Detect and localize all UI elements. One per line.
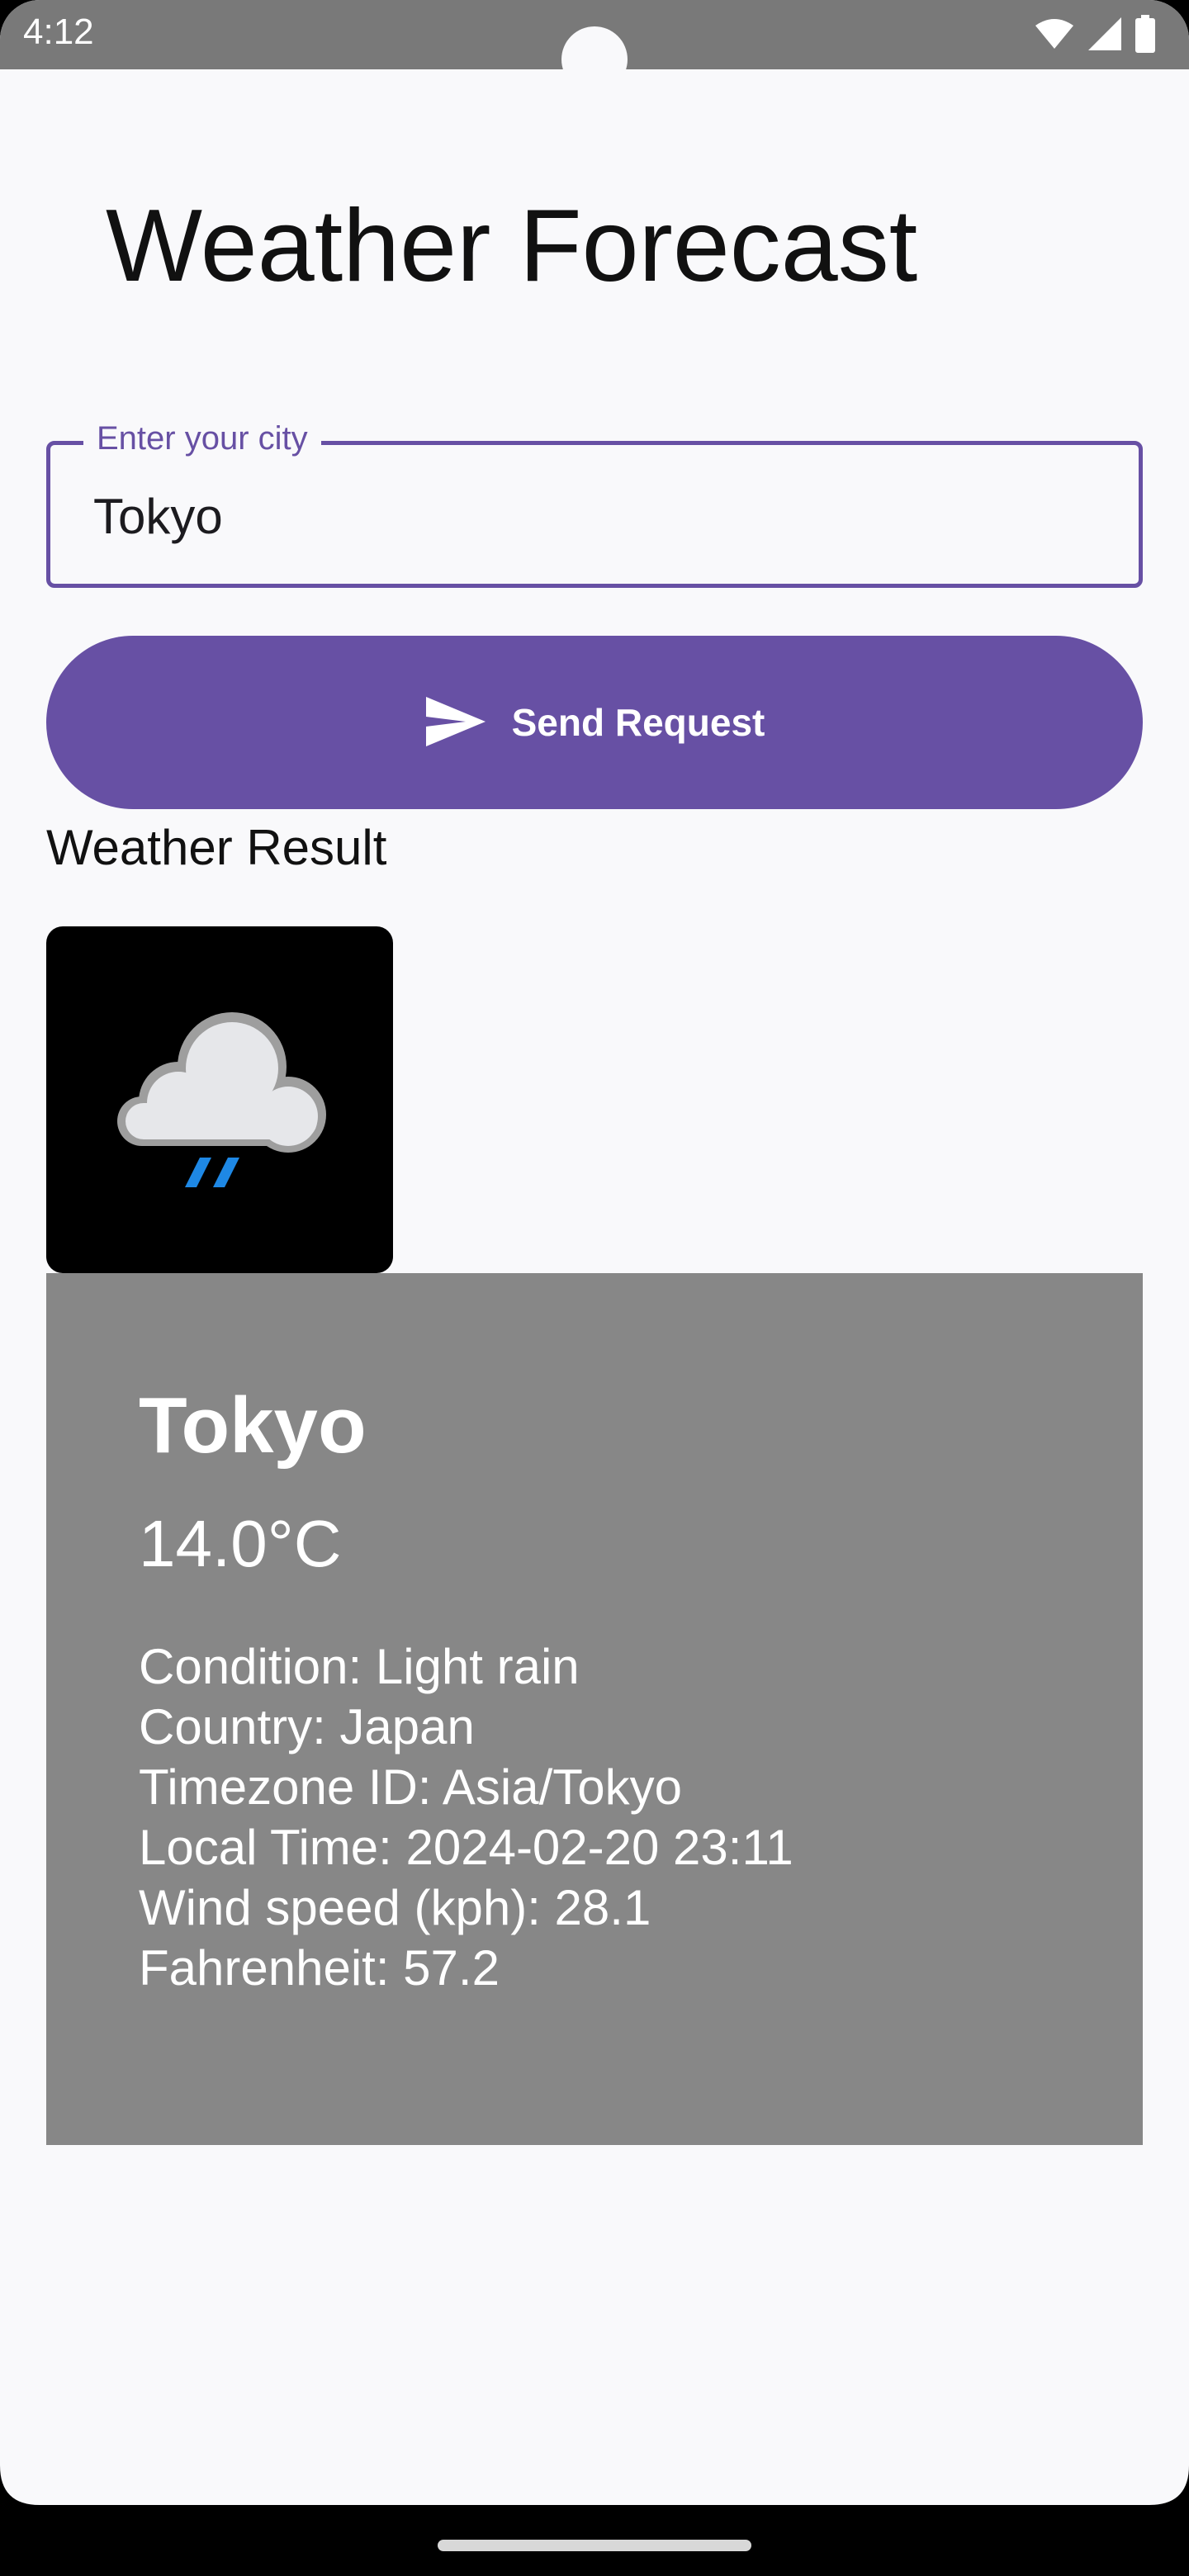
screen-corners xyxy=(0,2465,1189,2505)
city-field-label: Enter your city xyxy=(83,415,321,462)
camera-cutout xyxy=(561,26,628,92)
navigation-bar xyxy=(0,2505,1189,2576)
send-request-button[interactable]: Send Request xyxy=(46,636,1143,809)
weather-result-card: Tokyo 14.0°C Condition: Light rain Count… xyxy=(46,1273,1143,2145)
detail-fahrenheit: Fahrenheit: 57.2 xyxy=(139,1940,500,1996)
detail-local-time: Local Time: 2024-02-20 23:11 xyxy=(139,1820,793,1875)
status-icons xyxy=(1034,15,1156,53)
city-input[interactable] xyxy=(93,483,1084,549)
app-screen: 4:12 Weather Forecast Enter your city To… xyxy=(0,0,1189,2576)
detail-wind-speed: Wind speed (kph): 28.1 xyxy=(139,1880,651,1935)
status-bar: 4:12 xyxy=(0,0,1189,92)
result-city: Tokyo xyxy=(139,1381,367,1470)
wifi-icon xyxy=(1034,17,1075,50)
result-heading: Weather Result xyxy=(46,820,387,875)
detail-condition: Condition: Light rain xyxy=(139,1639,580,1694)
detail-country: Country: Japan xyxy=(139,1699,475,1754)
signal-icon xyxy=(1087,16,1123,52)
weather-condition-image xyxy=(46,926,393,1273)
city-field[interactable]: Enter your city xyxy=(46,415,1143,588)
send-icon xyxy=(424,695,487,751)
home-indicator[interactable] xyxy=(438,2540,751,2551)
light-rain-icon xyxy=(117,1012,326,1187)
battery-icon xyxy=(1135,15,1156,53)
detail-timezone: Timezone ID: Asia/Tokyo xyxy=(139,1759,683,1815)
result-temperature: 14.0°C xyxy=(139,1507,342,1580)
page-title: Weather Forecast xyxy=(106,189,918,303)
send-request-label: Send Request xyxy=(511,701,765,744)
result-details: Condition: Light rain Country: Japan Tim… xyxy=(139,1636,793,1998)
status-time: 4:12 xyxy=(23,12,94,52)
